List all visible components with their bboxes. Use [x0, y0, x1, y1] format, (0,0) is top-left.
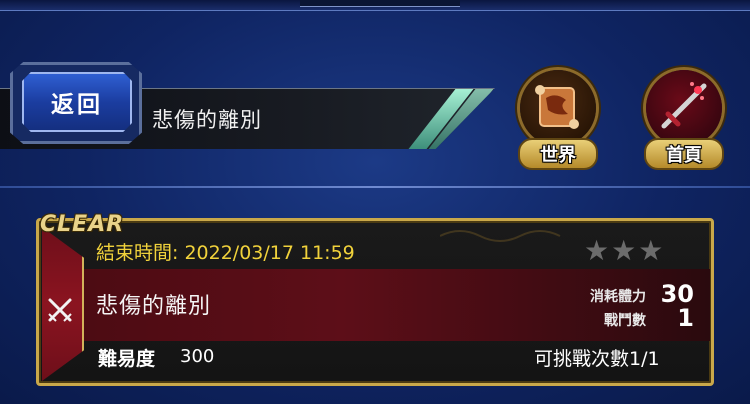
- home-button-label: 首頁: [644, 138, 724, 170]
- attempts-remaining: 可挑戰次數1/1: [534, 348, 660, 370]
- difficulty-value: 300: [180, 346, 215, 367]
- header-divider: [0, 186, 750, 188]
- world-button-label: 世界: [518, 138, 598, 170]
- battles-value: 1: [677, 304, 694, 332]
- home-button[interactable]: 首頁: [634, 66, 734, 176]
- back-button[interactable]: 返回: [22, 72, 132, 132]
- page-title: 悲傷的離別: [152, 108, 262, 132]
- end-time: 結束時間: 2022/03/17 11:59: [96, 242, 355, 264]
- star-rating: ★ ★ ★: [584, 236, 663, 266]
- top-frame-tab: [300, 0, 460, 7]
- sword-icon: [661, 82, 707, 129]
- clear-tag: CLEAR: [40, 212, 125, 237]
- star-icon: ★: [638, 234, 664, 267]
- card-ornament: [440, 230, 561, 242]
- world-button[interactable]: 世界: [508, 66, 608, 176]
- scroll-icon: [535, 85, 579, 129]
- stamina-label: 消耗體力: [590, 289, 646, 305]
- star-icon: ★: [584, 234, 610, 267]
- battles-label: 戰鬥數: [604, 313, 646, 329]
- star-icon: ★: [611, 234, 637, 267]
- crossed-swords-icon: [48, 298, 72, 322]
- top-frame: [0, 0, 750, 11]
- quest-name: 悲傷的離別: [96, 294, 212, 319]
- difficulty-label: 難易度: [98, 348, 156, 370]
